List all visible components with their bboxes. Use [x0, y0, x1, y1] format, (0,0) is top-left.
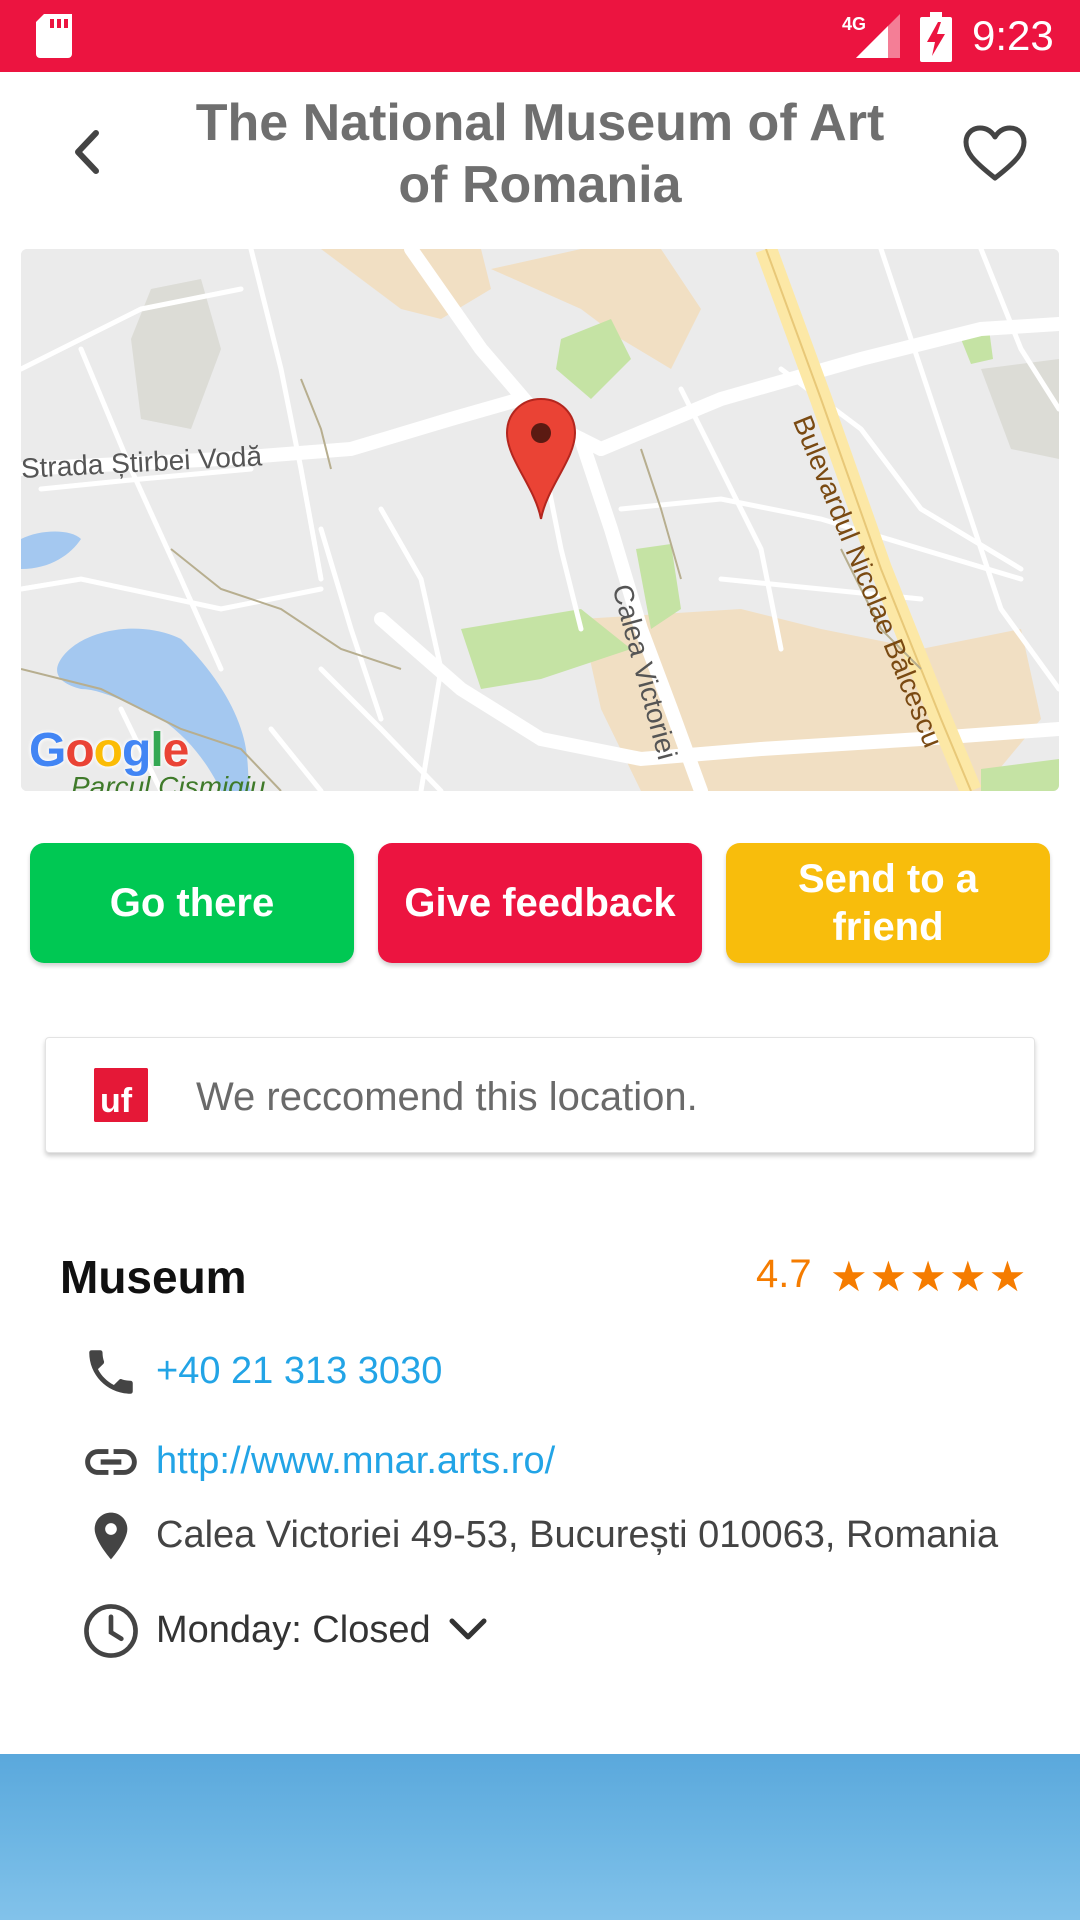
address-text: Calea Victoriei 49-53, București 010063,…	[156, 1514, 999, 1556]
phone-icon	[78, 1342, 144, 1402]
status-bar: 4G 9:23	[0, 0, 1080, 72]
brand-logo: uf	[94, 1068, 148, 1122]
rating-stars: ★★★★★	[830, 1253, 1029, 1300]
location-pin-icon	[78, 1506, 144, 1566]
link-icon	[78, 1432, 144, 1492]
chevron-left-icon	[75, 130, 99, 174]
map-pin-icon[interactable]	[505, 397, 577, 521]
category-label: Museum	[60, 1251, 247, 1303]
action-buttons: Go there Give feedback Send to a friend	[30, 843, 1050, 963]
location-photo	[0, 1754, 1080, 1920]
page-title: The National Museum of Art of Romania	[195, 94, 885, 214]
battery-charging-icon	[920, 12, 952, 62]
network-type: 4G	[842, 14, 866, 34]
sd-card-icon	[36, 14, 72, 58]
status-time: 9:23	[972, 12, 1054, 59]
phone-row[interactable]: +40 21 313 3030	[78, 1336, 1038, 1406]
heart-outline-icon	[963, 125, 1027, 181]
favorite-button[interactable]	[958, 120, 1032, 186]
map-view[interactable]: Strada Știrbei Vodă Calea Victoriei Bule…	[21, 249, 1059, 791]
opening-hours-row[interactable]: Monday: Closed	[78, 1595, 1038, 1665]
header: The National Museum of Art of Romania	[0, 72, 1080, 248]
brand-logo-text: uf	[100, 1082, 133, 1120]
recommendation-text: We reccomend this location.	[196, 1075, 698, 1119]
address-row[interactable]: Calea Victoriei 49-53, București 010063,…	[78, 1500, 1038, 1570]
chevron-down-icon[interactable]	[446, 1609, 490, 1649]
send-to-friend-button[interactable]: Send to a friend	[726, 843, 1050, 963]
clock-icon	[78, 1601, 144, 1661]
google-logo: Google	[29, 724, 189, 777]
phone-link[interactable]: +40 21 313 3030	[156, 1348, 442, 1394]
back-button[interactable]	[56, 122, 116, 182]
rating-value: 4.7	[756, 1252, 812, 1296]
give-feedback-button[interactable]: Give feedback	[378, 843, 702, 963]
recommendation-card[interactable]: uf We reccomend this location.	[45, 1037, 1035, 1153]
opening-hours-text: Monday: Closed	[156, 1609, 431, 1651]
website-link[interactable]: http://www.mnar.arts.ro/	[156, 1438, 555, 1484]
go-there-button[interactable]: Go there	[30, 843, 354, 963]
cellular-signal-icon: 4G	[842, 14, 900, 58]
website-row[interactable]: http://www.mnar.arts.ro/	[78, 1426, 1038, 1496]
